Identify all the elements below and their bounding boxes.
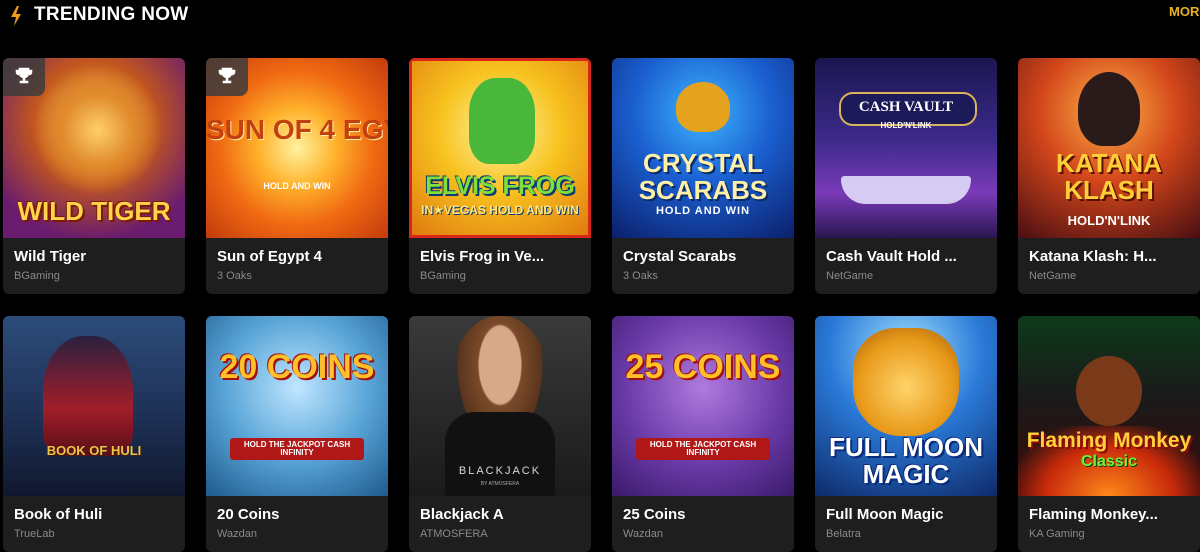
game-provider: 3 Oaks xyxy=(217,270,252,282)
game-thumbnail[interactable]: CRYSTAL SCARABS HOLD AND WIN xyxy=(612,58,794,238)
game-thumbnail[interactable]: 25 COINS HOLD THE JACKPOT CASH INFINITY xyxy=(612,316,794,496)
trophy-icon xyxy=(218,67,236,84)
game-thumbnail[interactable]: KATANA KLASH HOLD'N'LINK xyxy=(1018,58,1200,238)
trophy-badge xyxy=(206,58,248,96)
game-provider: BGaming xyxy=(14,270,60,282)
trophy-badge xyxy=(3,58,45,96)
game-name[interactable]: Flaming Monkey... xyxy=(1029,506,1195,523)
game-card[interactable]: SUN OF 4 EGYPT HOLD AND WIN Sun of Egypt… xyxy=(206,58,388,294)
game-card[interactable]: BLACKJACK BY ATMOSFERA Blackjack A ATMOS… xyxy=(409,316,591,552)
game-provider: Wazdan xyxy=(217,528,257,540)
game-name[interactable]: Elvis Frog in Ve... xyxy=(420,248,586,265)
game-provider: KA Gaming xyxy=(1029,528,1085,540)
game-card[interactable]: Flaming Monkey Classic Flaming Monkey...… xyxy=(1018,316,1200,552)
game-provider: 3 Oaks xyxy=(623,270,658,282)
game-name[interactable]: Book of Huli xyxy=(14,506,180,523)
section-title: TRENDING NOW xyxy=(34,4,189,25)
game-provider: Belatra xyxy=(826,528,861,540)
game-name[interactable]: Crystal Scarabs xyxy=(623,248,789,265)
game-name[interactable]: 25 Coins xyxy=(623,506,789,523)
game-art-title: KATANA KLASH xyxy=(1056,148,1162,206)
game-card[interactable]: CASH VAULT HOLD'N'LINK Cash Vault Hold .… xyxy=(815,58,997,294)
game-thumbnail[interactable]: FULL MOON MAGIC xyxy=(815,316,997,496)
more-link[interactable]: MORE xyxy=(1169,4,1200,19)
game-name[interactable]: Katana Klash: H... xyxy=(1029,248,1195,265)
game-card[interactable]: BOOK OF HULI Book of Huli TrueLab xyxy=(3,316,185,552)
game-card[interactable]: KATANA KLASH HOLD'N'LINK Katana Klash: H… xyxy=(1018,58,1200,294)
game-card[interactable]: ELVIS FROG IN★VEGAS HOLD AND WIN Elvis F… xyxy=(409,58,591,294)
game-card[interactable]: 25 COINS HOLD THE JACKPOT CASH INFINITY … xyxy=(612,316,794,552)
game-art-title: BOOK OF HULI xyxy=(46,443,142,458)
game-thumbnail[interactable]: CASH VAULT HOLD'N'LINK xyxy=(815,58,997,238)
game-provider: BGaming xyxy=(420,270,466,282)
game-card[interactable]: WILD TIGER Wild Tiger BGaming xyxy=(3,58,185,294)
game-thumbnail[interactable]: Flaming Monkey Classic xyxy=(1018,316,1200,496)
game-art-subtitle: HOLD'N'LINK xyxy=(880,121,932,130)
game-thumbnail[interactable]: BOOK OF HULI xyxy=(3,316,185,496)
game-art-subtitle: HOLD THE JACKPOT CASH INFINITY xyxy=(230,438,364,460)
game-art-subtitle: HOLD THE JACKPOT CASH INFINITY xyxy=(636,438,770,460)
game-thumbnail[interactable]: BLACKJACK BY ATMOSFERA xyxy=(409,316,591,496)
game-thumbnail[interactable]: ELVIS FROG IN★VEGAS HOLD AND WIN xyxy=(409,58,591,238)
game-thumbnail[interactable]: SUN OF 4 EGYPT HOLD AND WIN xyxy=(206,58,388,238)
game-card[interactable]: 20 COINS HOLD THE JACKPOT CASH INFINITY … xyxy=(206,316,388,552)
game-provider: NetGame xyxy=(1029,270,1077,282)
game-art-subtitle: HOLD AND WIN xyxy=(263,181,331,191)
game-provider: ATMOSFERA xyxy=(420,528,488,540)
game-thumbnail[interactable]: 20 COINS HOLD THE JACKPOT CASH INFINITY xyxy=(206,316,388,496)
game-name[interactable]: Wild Tiger xyxy=(14,248,180,265)
game-art-subtitle: IN★VEGAS HOLD AND WIN xyxy=(421,203,579,217)
game-art-subtitle: HOLD'N'LINK xyxy=(1067,213,1151,228)
game-name[interactable]: Full Moon Magic xyxy=(826,506,992,523)
game-art-title: WILD TIGER xyxy=(17,196,171,226)
trophy-icon xyxy=(15,67,33,84)
game-name[interactable]: Cash Vault Hold ... xyxy=(826,248,992,265)
game-card[interactable]: CRYSTAL SCARABS HOLD AND WIN Crystal Sca… xyxy=(612,58,794,294)
lightning-bolt-icon xyxy=(11,6,21,26)
game-provider: Wazdan xyxy=(623,528,663,540)
game-art-title: FULL MOON MAGIC xyxy=(828,432,984,490)
game-art-title: Flaming Monkey xyxy=(1026,429,1192,452)
game-art-subtitle: HOLD AND WIN xyxy=(655,205,751,217)
game-card[interactable]: FULL MOON MAGIC Full Moon Magic Belatra xyxy=(815,316,997,552)
game-art-title: ELVIS FROG xyxy=(425,172,575,200)
game-art-title: BLACKJACK xyxy=(458,465,542,477)
game-provider: NetGame xyxy=(826,270,874,282)
game-art-title: 25 COINS xyxy=(625,348,781,386)
game-art-title: SUN OF 4 EGYPT xyxy=(206,114,388,145)
section-header: TRENDING NOW MORE xyxy=(0,0,1200,30)
game-art-subtitle: BY ATMOSFERA xyxy=(480,481,520,487)
game-name[interactable]: Sun of Egypt 4 xyxy=(217,248,383,265)
game-provider: TrueLab xyxy=(14,528,55,540)
game-art-title: CASH VAULT xyxy=(858,99,954,115)
game-art-title: 20 COINS xyxy=(219,348,375,386)
game-art-title: CRYSTAL SCARABS xyxy=(638,148,768,206)
game-name[interactable]: Blackjack A xyxy=(420,506,586,523)
game-art-subtitle: Classic xyxy=(1080,453,1138,470)
game-name[interactable]: 20 Coins xyxy=(217,506,383,523)
game-thumbnail[interactable]: WILD TIGER xyxy=(3,58,185,238)
